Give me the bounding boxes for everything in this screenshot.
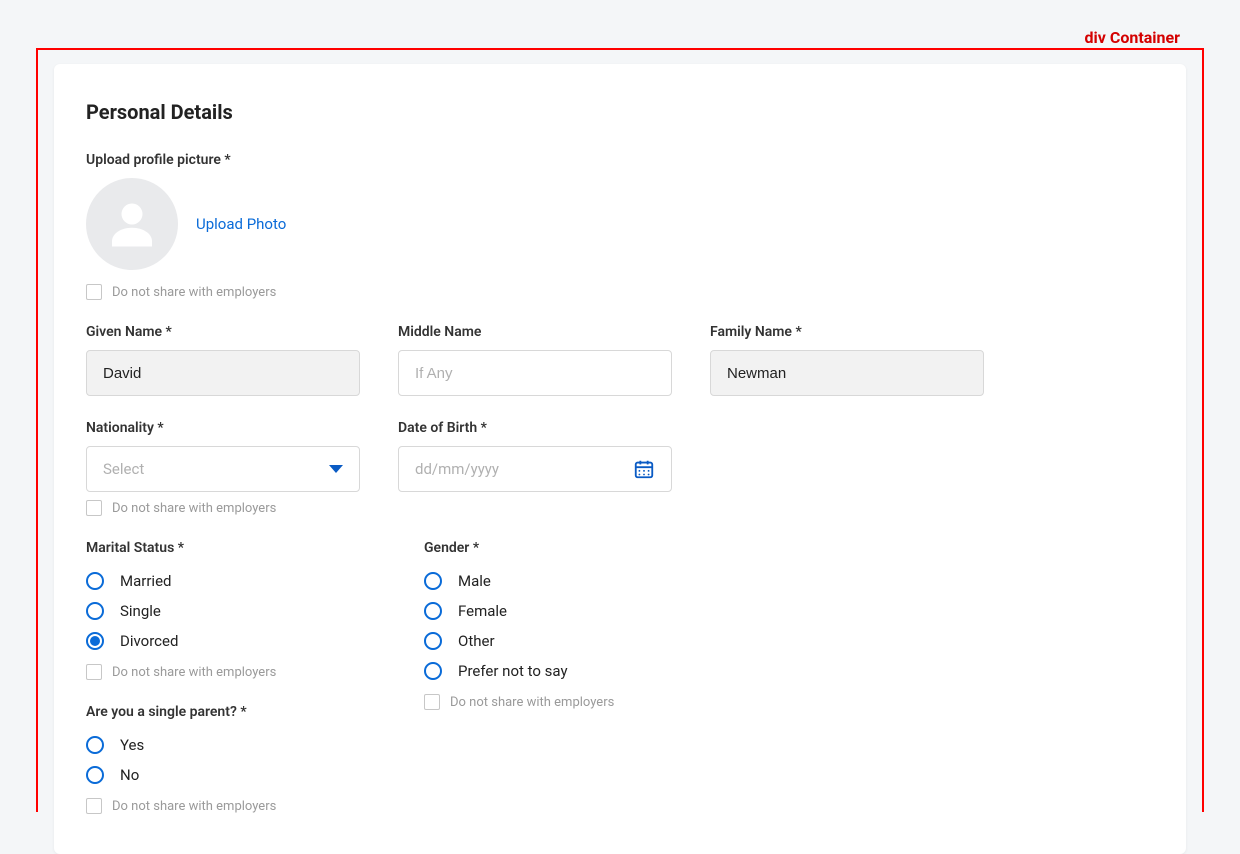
upload-picture-label: Upload profile picture *: [86, 152, 1154, 168]
single-parent-label: Are you a single parent? *: [86, 704, 386, 720]
dob-placeholder: dd/mm/yyyy: [415, 460, 499, 478]
share-marital-checkbox[interactable]: [86, 664, 102, 680]
share-nationality-checkbox-label: Do not share with employers: [112, 501, 276, 516]
marital-label-married: Married: [120, 572, 171, 590]
chevron-down-icon: [329, 465, 343, 473]
marital-option-single[interactable]: Single: [86, 596, 386, 626]
gender-group: Gender * Male Female Other Prefer not to sa…: [424, 540, 724, 814]
share-nationality-checkbox-row: Do not share with employers: [86, 500, 360, 516]
calendar-icon: [633, 458, 655, 480]
given-name-input[interactable]: [86, 350, 360, 396]
singleparent-radio-no[interactable]: [86, 766, 104, 784]
marital-status-label: Marital Status *: [86, 540, 386, 556]
nationality-label: Nationality *: [86, 420, 360, 436]
singleparent-label-yes: Yes: [120, 736, 144, 754]
personal-details-card: Personal Details Upload profile picture …: [54, 64, 1186, 854]
nationality-placeholder: Select: [103, 460, 144, 478]
dob-col: Date of Birth * dd/mm/yyyy: [398, 420, 672, 516]
given-name-col: Given Name *: [86, 324, 360, 396]
middle-name-label: Middle Name: [398, 324, 672, 340]
marital-radio-married[interactable]: [86, 572, 104, 590]
marital-radio-divorced[interactable]: [86, 632, 104, 650]
debug-overlay-label: div Container: [1085, 28, 1180, 47]
gender-label-prefer-not-to-say: Prefer not to say: [458, 662, 568, 680]
marital-label-divorced: Divorced: [120, 632, 178, 650]
gender-option-other[interactable]: Other: [424, 626, 724, 656]
name-row: Given Name * Middle Name Family Name *: [86, 324, 1154, 396]
gender-option-female[interactable]: Female: [424, 596, 724, 626]
share-gender-checkbox[interactable]: [424, 694, 440, 710]
avatar-placeholder[interactable]: [86, 178, 178, 270]
middle-name-col: Middle Name: [398, 324, 672, 396]
gender-option-prefer-not-to-say[interactable]: Prefer not to say: [424, 656, 724, 686]
family-name-col: Family Name *: [710, 324, 984, 396]
share-picture-checkbox-row: Do not share with employers: [86, 284, 1154, 300]
singleparent-radio-yes[interactable]: [86, 736, 104, 754]
gender-label-male: Male: [458, 572, 491, 590]
gender-radio-male[interactable]: [424, 572, 442, 590]
share-singleparent-checkbox-label: Do not share with employers: [112, 799, 276, 814]
share-gender-checkbox-label: Do not share with employers: [450, 695, 614, 710]
gender-radios: Male Female Other Prefer not to say: [424, 566, 724, 686]
single-parent-group: Are you a single parent? * Yes No Do not …: [86, 704, 386, 814]
family-name-label: Family Name *: [710, 324, 984, 340]
gender-radio-other[interactable]: [424, 632, 442, 650]
section-title: Personal Details: [86, 100, 1154, 124]
singleparent-option-no[interactable]: No: [86, 760, 386, 790]
share-gender-checkbox-row: Do not share with employers: [424, 694, 724, 710]
gender-option-male[interactable]: Male: [424, 566, 724, 596]
nat-dob-row: Nationality * Select Do not share with e…: [86, 420, 1154, 516]
single-parent-radios: Yes No: [86, 730, 386, 790]
marital-option-married[interactable]: Married: [86, 566, 386, 596]
dob-input[interactable]: dd/mm/yyyy: [398, 446, 672, 492]
marital-status-radios: Married Single Divorced: [86, 566, 386, 656]
share-picture-checkbox[interactable]: [86, 284, 102, 300]
singleparent-option-yes[interactable]: Yes: [86, 730, 386, 760]
middle-name-input[interactable]: [398, 350, 672, 396]
singleparent-label-no: No: [120, 766, 139, 784]
gender-label: Gender *: [424, 540, 724, 556]
share-picture-checkbox-label: Do not share with employers: [112, 285, 276, 300]
dob-label: Date of Birth *: [398, 420, 672, 436]
marital-option-divorced[interactable]: Divorced: [86, 626, 386, 656]
person-icon: [102, 194, 162, 254]
marital-radio-single[interactable]: [86, 602, 104, 620]
share-nationality-checkbox[interactable]: [86, 500, 102, 516]
nationality-select[interactable]: Select: [86, 446, 360, 492]
marital-label-single: Single: [120, 602, 161, 620]
gender-label-other: Other: [458, 632, 495, 650]
marital-status-group: Marital Status * Married Single Divorced D…: [86, 540, 386, 814]
upload-photo-link[interactable]: Upload Photo: [196, 215, 286, 233]
status-gender-row: Marital Status * Married Single Divorced D…: [86, 540, 1154, 814]
share-marital-checkbox-label: Do not share with employers: [112, 665, 276, 680]
family-name-input[interactable]: [710, 350, 984, 396]
avatar-row: Upload Photo: [86, 178, 1154, 270]
gender-radio-female[interactable]: [424, 602, 442, 620]
share-marital-checkbox-row: Do not share with employers: [86, 664, 386, 680]
given-name-label: Given Name *: [86, 324, 360, 340]
nationality-col: Nationality * Select Do not share with e…: [86, 420, 360, 516]
radio-selected-icon: [90, 636, 100, 646]
gender-radio-prefer-not-to-say[interactable]: [424, 662, 442, 680]
gender-label-female: Female: [458, 602, 507, 620]
